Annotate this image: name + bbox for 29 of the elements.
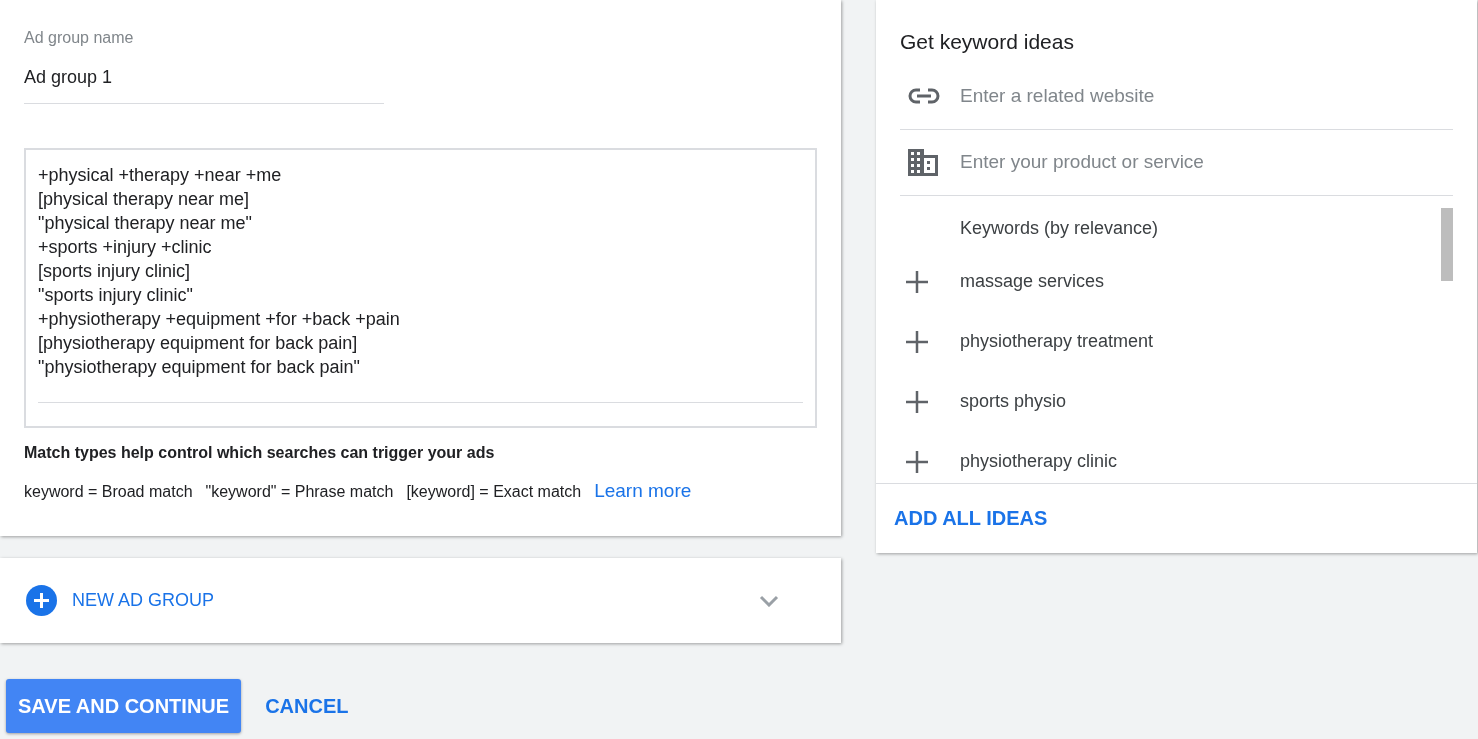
input-field[interactable]: Enter a related website <box>960 81 1453 111</box>
match-type-text: [keyword] = Exact match <box>406 482 582 502</box>
link-icon <box>908 88 940 104</box>
scrollbar[interactable] <box>1441 207 1453 281</box>
plus-icon <box>906 450 928 473</box>
new-ad-group-button[interactable]: NEW AD GROUP <box>26 585 214 616</box>
ad-group-name-field[interactable]: Ad group 1 <box>24 50 384 104</box>
add-all-ideas-button[interactable]: ADD ALL IDEAS <box>894 503 1048 534</box>
match-type-text: keyword = Broad match <box>24 482 193 502</box>
input-field[interactable]: Enter your product or service <box>960 147 1453 177</box>
building-icon <box>908 148 938 176</box>
learn-more-link[interactable]: Learn more <box>594 477 692 506</box>
field-label: Ad group name <box>24 28 135 48</box>
match-type-text: "keyword" = Phrase match <box>205 482 394 502</box>
plus-icon <box>26 585 57 616</box>
help-title: Match types help control which searches can trigger your ads <box>24 443 496 463</box>
keyword-idea-item[interactable]: physiotherapy treatment <box>876 311 1376 372</box>
panel-title: Get keyword ideas <box>900 29 1075 55</box>
plus-icon <box>906 390 928 413</box>
keyword-idea-item[interactable]: massage services <box>876 251 1376 312</box>
plus-icon <box>906 270 928 293</box>
keywords-field[interactable]: +physical +therapy +near +me [physical therapy near me] "physical therapy near me" +sports +injury +clinic [sports injury clinic] "sports injury clinic" +physiotherapy +equipment +for +back +pain [physiotherapy equipment for back pain] "physiotherapy equipment for back pain" <box>24 148 817 428</box>
plus-icon <box>906 330 928 353</box>
save-and-continue-button[interactable]: SAVE AND CONTINUE <box>6 679 242 733</box>
list-heading: Keywords (by relevance) <box>960 216 1160 240</box>
keyword-idea-item[interactable]: physiotherapy clinic <box>876 431 1376 483</box>
keyword-idea-item[interactable]: sports physio <box>876 371 1376 432</box>
chevron-down-icon[interactable] <box>759 594 779 607</box>
cancel-button[interactable]: CANCEL <box>247 679 367 733</box>
